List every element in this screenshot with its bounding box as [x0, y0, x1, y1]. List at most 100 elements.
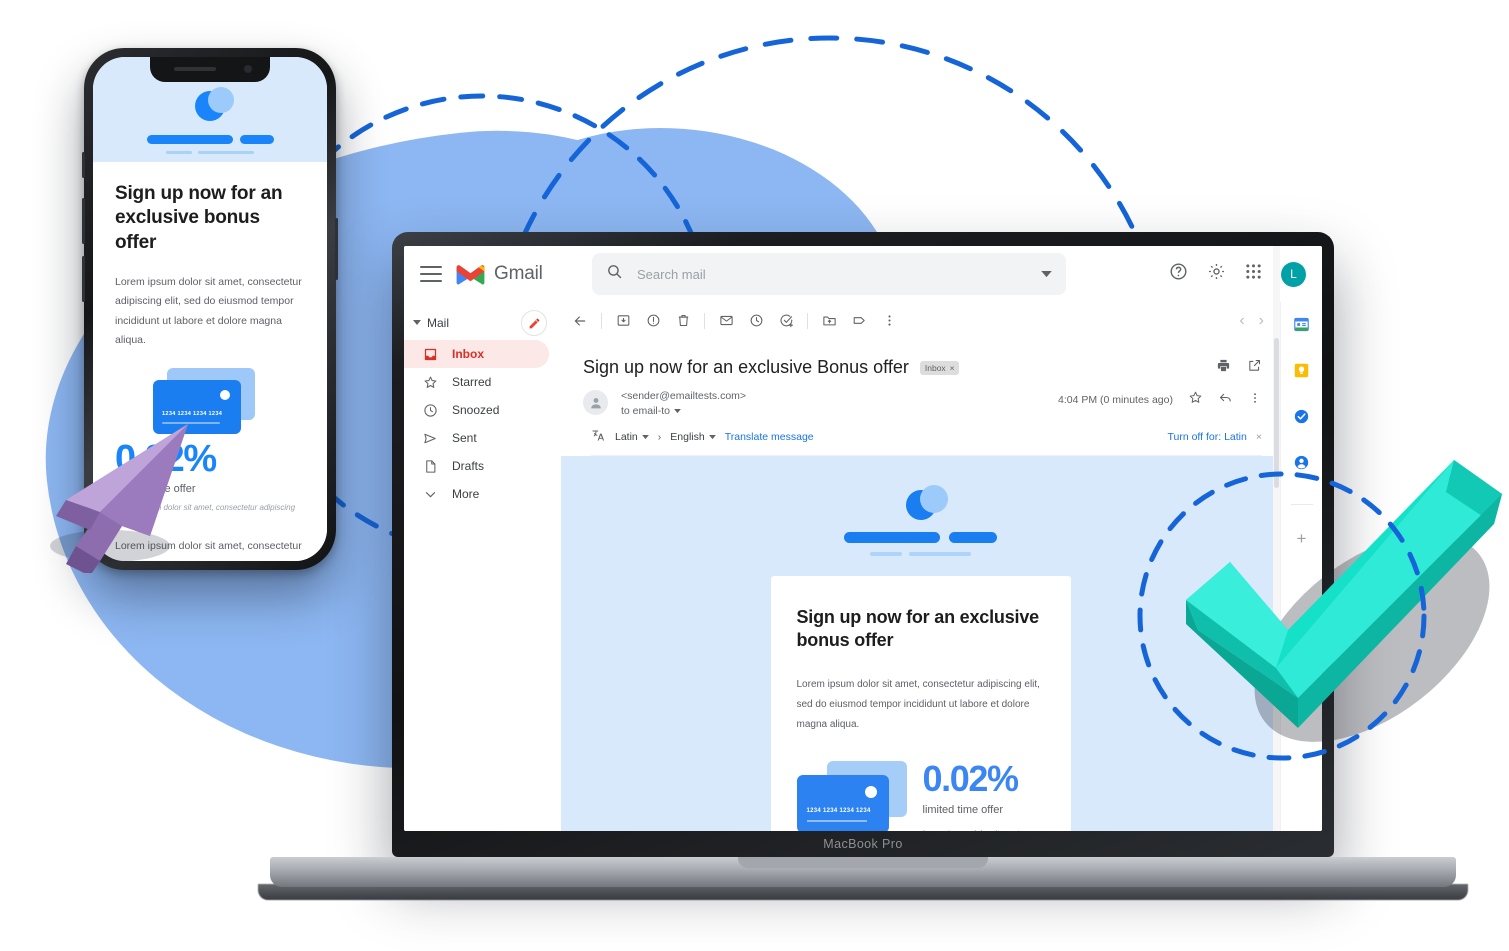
phone-volume-down-button [82, 256, 85, 302]
reply-icon[interactable] [1218, 390, 1233, 410]
email-percent-caption: limited time offer [922, 803, 1004, 816]
send-icon [422, 430, 438, 446]
translate-icon [591, 428, 606, 446]
toolbar-divider [704, 312, 705, 329]
translate-message-link[interactable]: Translate message [725, 431, 814, 443]
target-language-label: English [670, 431, 705, 443]
pencil-icon [529, 318, 539, 328]
sidebar-item-label: More [452, 487, 480, 501]
placeholder-bar [949, 532, 997, 543]
sidebar-mail-group[interactable]: Mail [413, 316, 449, 330]
clock-icon [422, 402, 438, 418]
placeholder-bar [146, 135, 233, 144]
card-chip-dot [220, 389, 230, 400]
google-keep-icon[interactable] [1293, 362, 1310, 384]
sidebar-item-sent[interactable]: Sent [404, 424, 549, 452]
google-contacts-icon[interactable] [1293, 454, 1310, 476]
phone-percent-value: 0.02% [115, 437, 217, 480]
pagination-prev-button[interactable]: ‹ [1239, 312, 1244, 330]
phone-footer-paragraph: Lorem ipsum dolor sit amet, consectetur … [115, 539, 302, 561]
label-icon[interactable] [844, 306, 874, 336]
scrollbar-track[interactable] [1273, 246, 1280, 831]
inbox-label-chip[interactable]: Inbox × [919, 360, 959, 375]
more-options-icon[interactable] [874, 306, 904, 336]
close-icon[interactable]: × [950, 363, 955, 373]
card-strip [162, 421, 220, 424]
sidebar-item-snoozed[interactable]: Snoozed [404, 396, 549, 424]
search-container [592, 253, 1066, 295]
search-box[interactable] [592, 253, 1066, 295]
back-arrow-icon[interactable] [565, 306, 595, 336]
settings-icon[interactable] [1207, 262, 1226, 286]
sidebar-item-label: Drafts [452, 459, 485, 473]
pagination-next-button[interactable]: › [1259, 312, 1264, 330]
phone-email-body: Sign up now for an exclusive bonus offer… [93, 162, 327, 561]
search-input[interactable] [637, 266, 1041, 282]
email-content-card: Sign up now for an exclusive bonus offer… [770, 576, 1071, 831]
credit-card-front: 1234 1234 1234 1234 [796, 774, 889, 831]
message-header-actions [1216, 358, 1262, 378]
translate-bar: Latin › English Translate message Turn o… [591, 428, 1262, 456]
sidebar-item-more[interactable]: More [404, 480, 549, 508]
recipient-row[interactable]: to email-to [621, 405, 746, 417]
person-icon [590, 397, 601, 408]
apps-grid-icon[interactable] [1245, 263, 1262, 285]
phone-volume-up-button [82, 198, 85, 244]
sidebar-item-inbox[interactable]: Inbox [404, 340, 549, 368]
move-to-icon[interactable] [814, 306, 844, 336]
close-icon[interactable]: × [1256, 431, 1262, 443]
translate-source-language[interactable]: Latin [615, 431, 649, 443]
snooze-icon[interactable] [741, 306, 771, 336]
add-ons-plus-icon[interactable]: + [1297, 529, 1307, 549]
sidebar-item-starred[interactable]: Starred [404, 368, 549, 396]
email-offer-block: 1234 1234 1234 1234 0.02% limited time o… [796, 757, 1045, 831]
side-panel-divider [1290, 504, 1313, 505]
mark-unread-icon[interactable] [711, 306, 741, 336]
turn-off-link[interactable]: Turn off for: Latin [1167, 431, 1246, 443]
email-percent-value: 0.02% [922, 757, 1019, 799]
phone-email-title: Sign up now for an exclusive bonus offer [115, 183, 283, 253]
phone-power-button [335, 218, 338, 280]
chip-label: Inbox [924, 362, 946, 373]
menu-icon[interactable] [420, 266, 442, 282]
more-vert-icon[interactable] [1248, 391, 1262, 410]
header-placeholder-bars [561, 532, 1280, 543]
gmail-main: Mail Inbox Starred Snoozed Sent Drafts M… [404, 246, 1322, 831]
delete-icon[interactable] [668, 306, 698, 336]
google-tasks-icon[interactable] [1293, 408, 1310, 430]
add-to-tasks-icon[interactable] [771, 306, 801, 336]
open-in-new-icon[interactable] [1247, 358, 1262, 378]
sidebar-item-drafts[interactable]: Drafts [404, 452, 549, 480]
message-toolbar: ‹ › [561, 302, 1280, 339]
phone-percent-fineprint: Lorem ipsum dolor sit amet, consectetur … [115, 502, 296, 521]
laptop-model-label: MacBook Pro [823, 837, 903, 851]
phone-email-paragraph: Lorem ipsum dolor sit amet, consectetur … [115, 275, 302, 347]
gmail-logo[interactable]: Gmail [456, 263, 566, 285]
google-calendar-icon[interactable] [1293, 316, 1310, 338]
sidebar-item-label: Inbox [452, 347, 484, 361]
gmail-content-pane: ‹ › Sign up now for an exclusive Bonus o… [561, 302, 1280, 831]
laptop-screen: Gmail Search mail L Mail Inbox Starred S… [404, 246, 1322, 831]
source-language-label: Latin [615, 431, 638, 443]
report-spam-icon[interactable] [638, 306, 668, 336]
inbox-icon [422, 346, 438, 362]
avatar[interactable]: L [1281, 261, 1306, 287]
gmail-topbar: Gmail Search mail L [404, 246, 1322, 302]
search-options-icon[interactable] [1041, 265, 1052, 283]
phone-percent-caption: limited time offer [115, 482, 196, 495]
card-number: 1234 1234 1234 1234 [162, 410, 223, 417]
email-paragraph: Lorem ipsum dolor sit amet, consectetur … [796, 678, 1040, 730]
message-sender-row: <sender@emailtests.com> to email-to 4:04… [561, 384, 1280, 417]
translate-target-language[interactable]: English [670, 431, 716, 443]
archive-icon[interactable] [608, 306, 638, 336]
scrollbar-thumb[interactable] [1274, 338, 1279, 488]
print-icon[interactable] [1216, 358, 1231, 378]
email-body-render: Sign up now for an exclusive bonus offer… [561, 456, 1280, 831]
phone-mute-switch [82, 152, 85, 178]
star-icon[interactable] [1188, 390, 1203, 410]
phone-screen: Sign up now for an exclusive bonus offer… [93, 57, 327, 561]
chevron-down-icon [708, 434, 716, 439]
placeholder-bar [239, 135, 274, 144]
compose-button[interactable] [521, 310, 547, 336]
help-icon[interactable] [1169, 262, 1188, 286]
